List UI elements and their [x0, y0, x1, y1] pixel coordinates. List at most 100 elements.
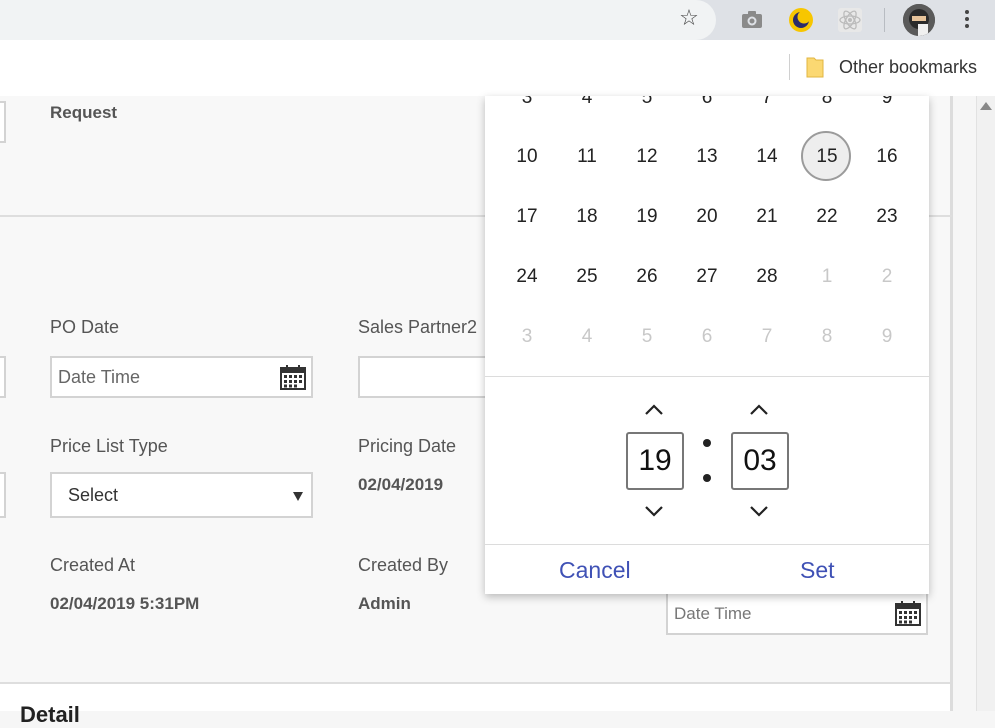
- calendar-day[interactable]: 17: [497, 187, 557, 247]
- calendar-day[interactable]: 11: [557, 127, 617, 187]
- sales-partner2-label: Sales Partner2: [358, 317, 478, 337]
- price-list-type-select[interactable]: Select: [50, 472, 313, 518]
- calendar-day[interactable]: 6: [677, 307, 737, 367]
- camera-icon[interactable]: [738, 6, 766, 34]
- calendar-day[interactable]: 13: [677, 127, 737, 187]
- address-bar[interactable]: [0, 0, 716, 40]
- calendar-day[interactable]: 12: [617, 127, 677, 187]
- calendar-day-number: 2: [881, 266, 893, 287]
- react-devtools-icon[interactable]: [836, 6, 864, 34]
- hour-up-chevron-icon[interactable]: [642, 399, 666, 419]
- sales-partner2-input[interactable]: [358, 356, 498, 398]
- calendar-day-number: 8: [821, 326, 833, 347]
- cancel-button[interactable]: Cancel: [559, 556, 631, 584]
- calendar-day[interactable]: 3: [497, 96, 557, 128]
- calendar-day-number: 11: [577, 146, 597, 167]
- calendar-day-number: 26: [636, 266, 658, 287]
- profile-avatar[interactable]: [903, 4, 935, 36]
- po-date-input[interactable]: Date Time: [50, 356, 313, 398]
- calendar-day[interactable]: 6: [677, 96, 737, 128]
- calendar-day[interactable]: 4: [557, 307, 617, 367]
- calendar-day-number: 5: [641, 326, 653, 347]
- calendar-day-number: 10: [516, 146, 538, 167]
- bookmark-star-icon[interactable]: ☆: [676, 6, 702, 32]
- calendar-day[interactable]: 25: [557, 247, 617, 307]
- calendar-day[interactable]: 8: [797, 96, 857, 128]
- pricing-date-value: 02/04/2019: [358, 475, 444, 494]
- panel-border: [950, 96, 953, 711]
- request-label: Request: [50, 103, 118, 122]
- browser-menu-icon[interactable]: [958, 7, 976, 33]
- calendar-icon[interactable]: [895, 600, 921, 626]
- calendar-day[interactable]: 20: [677, 187, 737, 247]
- calendar-day-number: 6: [701, 326, 713, 347]
- set-button[interactable]: Set: [800, 556, 835, 584]
- calendar-day[interactable]: 16: [857, 127, 917, 187]
- hour-field[interactable]: 19: [626, 432, 684, 490]
- calendar-day[interactable]: 24: [497, 247, 557, 307]
- created-by-label: Created By: [358, 555, 449, 575]
- calendar-day[interactable]: 10: [497, 127, 557, 187]
- time-colon-dot: [703, 474, 711, 482]
- calendar-day[interactable]: 3: [497, 307, 557, 367]
- calendar-day-number: 1: [821, 266, 833, 287]
- calendar-day[interactable]: 5: [617, 96, 677, 128]
- created-at-label: Created At: [50, 555, 136, 575]
- calendar-day[interactable]: 18: [557, 187, 617, 247]
- partial-input-edge[interactable]: [0, 101, 6, 143]
- date-time-input[interactable]: Date Time: [666, 592, 928, 635]
- calendar-day-number: 27: [696, 266, 718, 287]
- scrollbar[interactable]: [976, 96, 995, 711]
- calendar-day-number: 13: [696, 146, 718, 167]
- calendar-day-number: 28: [756, 266, 778, 287]
- datetime-picker-popup: 3 4 5 6 7 8 9 10 11 12 13 14 15 16 17 18 19 20 21 22 23 24 25 2…: [485, 96, 929, 594]
- calendar-day[interactable]: 7: [737, 307, 797, 367]
- folder-icon: [806, 56, 824, 78]
- details-heading: Detail: [20, 702, 80, 727]
- calendar-day-number: 8: [821, 96, 833, 108]
- calendar-day-number: 17: [516, 206, 538, 227]
- calendar-day-number: 24: [516, 266, 538, 287]
- calendar-day-number: 7: [761, 96, 773, 108]
- calendar-day[interactable]: 1: [797, 247, 857, 307]
- other-bookmarks-link[interactable]: Other bookmarks: [839, 56, 977, 78]
- calendar-day-selected[interactable]: 15: [797, 127, 857, 187]
- popup-divider: [485, 376, 929, 377]
- calendar-day-number: 19: [636, 206, 658, 227]
- calendar-day-number: 21: [756, 206, 778, 227]
- po-date-placeholder: Date Time: [58, 367, 141, 387]
- dark-mode-moon-icon[interactable]: [787, 6, 815, 34]
- calendar-day[interactable]: 21: [737, 187, 797, 247]
- scroll-up-arrow-icon[interactable]: [980, 102, 992, 110]
- price-list-type-value: Select: [68, 485, 119, 505]
- calendar-day[interactable]: 7: [737, 96, 797, 128]
- calendar-icon[interactable]: [280, 364, 306, 390]
- hour-down-chevron-icon[interactable]: [642, 502, 666, 522]
- calendar-day-number: 9: [881, 96, 893, 108]
- calendar-day[interactable]: 23: [857, 187, 917, 247]
- minute-down-chevron-icon[interactable]: [747, 502, 771, 522]
- calendar-day[interactable]: 4: [557, 96, 617, 128]
- calendar-day[interactable]: 22: [797, 187, 857, 247]
- calendar-day[interactable]: 9: [857, 307, 917, 367]
- minute-field[interactable]: 03: [731, 432, 789, 490]
- calendar-day[interactable]: 9: [857, 96, 917, 128]
- partial-input-edge[interactable]: [0, 472, 6, 518]
- calendar-day[interactable]: 14: [737, 127, 797, 187]
- partial-input-edge[interactable]: [0, 356, 6, 398]
- calendar-day[interactable]: 8: [797, 307, 857, 367]
- popup-divider: [485, 544, 929, 545]
- calendar-day-number: 14: [756, 146, 778, 167]
- calendar-day[interactable]: 26: [617, 247, 677, 307]
- created-at-value: 02/04/2019 5:31PM: [50, 594, 200, 613]
- calendar-day-number: 4: [581, 326, 593, 347]
- minute-up-chevron-icon[interactable]: [747, 399, 771, 419]
- calendar-day-number: 20: [696, 206, 718, 227]
- calendar-day[interactable]: 2: [857, 247, 917, 307]
- calendar-day[interactable]: 19: [617, 187, 677, 247]
- calendar-day[interactable]: 5: [617, 307, 677, 367]
- calendar-day[interactable]: 27: [677, 247, 737, 307]
- calendar-day[interactable]: 28: [737, 247, 797, 307]
- calendar-day-number: 12: [636, 146, 658, 167]
- calendar-grid: 3 4 5 6 7 8 9 10 11 12 13 14 15 16 17 18 19 20 21 22 23 24 25 2…: [485, 96, 929, 376]
